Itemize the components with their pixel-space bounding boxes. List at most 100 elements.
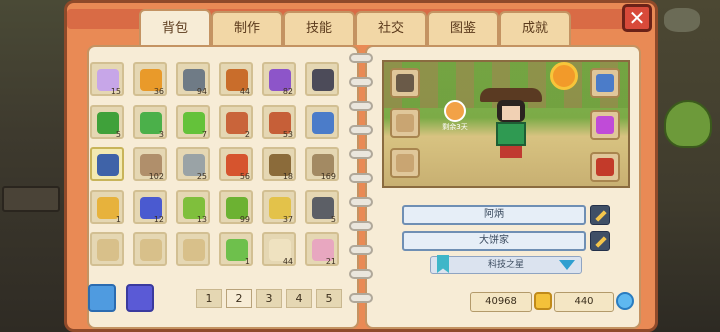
equip-slot-helmet[interactable]	[390, 68, 420, 98]
item-count: 99	[239, 214, 250, 224]
inventory-slot[interactable]	[305, 62, 339, 96]
tab-skills[interactable]: 技能	[283, 11, 355, 45]
equip-slot-hat[interactable]	[590, 152, 620, 182]
wand-icon	[312, 111, 334, 134]
inventory-slot[interactable]: 36	[133, 62, 167, 96]
equip-slot-boots[interactable]	[390, 148, 420, 178]
sand-tile-icon	[97, 239, 119, 261]
farm-name-field[interactable]: 大饼家	[402, 231, 586, 251]
inventory-slot[interactable]: 53	[262, 104, 296, 139]
inventory-slot[interactable]	[90, 147, 124, 181]
inventory-slot[interactable]: 5	[90, 104, 124, 139]
inventory-slot[interactable]: 1	[219, 232, 253, 266]
inventory-slot[interactable]	[176, 232, 210, 266]
inventory-slot[interactable]: 82	[262, 62, 296, 96]
close-button[interactable]: ✕	[622, 4, 652, 32]
edit-name-pencil-icon[interactable]	[590, 205, 610, 225]
inventory-slot[interactable]: 169	[305, 147, 339, 181]
item-count: 1	[244, 257, 250, 266]
item-count: 25	[196, 172, 207, 181]
inventory-slot[interactable]	[305, 104, 339, 139]
timer-text: 剩余3天	[442, 123, 468, 131]
inventory-slot[interactable]: 18	[262, 147, 296, 181]
inventory-slot[interactable]: 37	[262, 189, 296, 224]
binding-ring	[349, 245, 373, 255]
inventory-slot[interactable]: 25	[176, 147, 210, 181]
inventory-slot[interactable]: 2	[219, 104, 253, 139]
item-count: 18	[282, 172, 293, 181]
item-count: 44	[239, 87, 250, 96]
sunflower-icon[interactable]	[550, 62, 578, 90]
page-button-1[interactable]: 1	[196, 289, 222, 308]
inventory-slot[interactable]	[90, 232, 124, 266]
item-count: 94	[196, 87, 207, 96]
item-count: 12	[153, 214, 164, 224]
inventory-slot[interactable]: 3	[133, 104, 167, 139]
player-name-field[interactable]: 阿炳	[402, 205, 586, 225]
equip-slot-armor[interactable]	[390, 108, 420, 138]
inventory-slot[interactable]: 5	[305, 189, 339, 224]
inventory-slot[interactable]: 21	[305, 232, 339, 266]
inventory-slot[interactable]: 13	[176, 189, 210, 224]
inventory-slot[interactable]	[133, 232, 167, 266]
timer-badge: 剩余3天	[438, 100, 472, 136]
background-signpost	[2, 186, 60, 212]
tab-achievements[interactable]: 成就	[499, 11, 571, 45]
gem-icon	[616, 292, 634, 310]
chevron-down-icon	[559, 260, 575, 270]
inventory-slot[interactable]: 44	[262, 232, 296, 266]
red-hat-icon	[596, 158, 614, 176]
item-count: 7	[201, 129, 207, 139]
tab-backpack[interactable]: 背包	[139, 9, 211, 45]
book-binding-rings	[349, 53, 373, 323]
gold-amount: 40968	[470, 292, 532, 312]
inventory-slot[interactable]: 1	[90, 189, 124, 224]
tab-social[interactable]: 社交	[355, 11, 427, 45]
item-count: 21	[325, 257, 336, 266]
grid-view-button[interactable]	[88, 284, 116, 312]
page-button-4[interactable]: 4	[286, 289, 312, 308]
character-shoes	[500, 146, 522, 158]
inventory-slot[interactable]: 7	[176, 104, 210, 139]
item-count: 56	[239, 172, 250, 181]
armor-vest-icon	[396, 114, 414, 132]
item-count: 2	[244, 129, 250, 139]
edit-farm-pencil-icon[interactable]	[590, 231, 610, 251]
background-grass-left	[0, 0, 72, 332]
binding-ring	[349, 269, 373, 279]
page-button-3[interactable]: 3	[256, 289, 282, 308]
bookmark-flag-icon	[437, 255, 449, 273]
tab-collection[interactable]: 图鉴	[427, 11, 499, 45]
inventory-slot[interactable]: 12	[133, 189, 167, 224]
list-view-button[interactable]	[126, 284, 154, 312]
binding-ring	[349, 125, 373, 135]
page-button-2[interactable]: 2	[226, 289, 252, 308]
equip-slot-weapon[interactable]	[590, 68, 620, 98]
item-count: 82	[282, 87, 293, 96]
inventory-slot[interactable]: 94	[176, 62, 210, 96]
item-count: 37	[282, 214, 293, 224]
binding-ring	[349, 173, 373, 183]
item-count: 13	[196, 214, 207, 224]
background-grass-right	[650, 0, 720, 332]
blue-wand-icon	[97, 154, 119, 176]
item-count: 5	[330, 214, 336, 224]
item-count: 53	[282, 129, 293, 139]
wand-icon	[596, 74, 614, 92]
green-slime-creature	[664, 100, 712, 148]
tab-crafting[interactable]: 制作	[211, 11, 283, 45]
equip-slot-ring[interactable]	[590, 110, 620, 140]
inventory-slot[interactable]: 15	[90, 62, 124, 96]
inventory-slot[interactable]: 102	[133, 147, 167, 181]
title-select[interactable]: 科技之星	[430, 255, 582, 274]
sand-tile-icon	[183, 239, 205, 261]
inventory-slot[interactable]: 99	[219, 189, 253, 224]
inventory-slot[interactable]: 44	[219, 62, 253, 96]
item-count: 1	[115, 214, 121, 224]
character-shirt	[496, 122, 526, 146]
page-button-5[interactable]: 5	[316, 289, 342, 308]
crystal-ring-icon	[596, 116, 614, 134]
gold-coin-icon	[534, 292, 552, 310]
inventory-slot[interactable]: 56	[219, 147, 253, 181]
binding-ring	[349, 77, 373, 87]
